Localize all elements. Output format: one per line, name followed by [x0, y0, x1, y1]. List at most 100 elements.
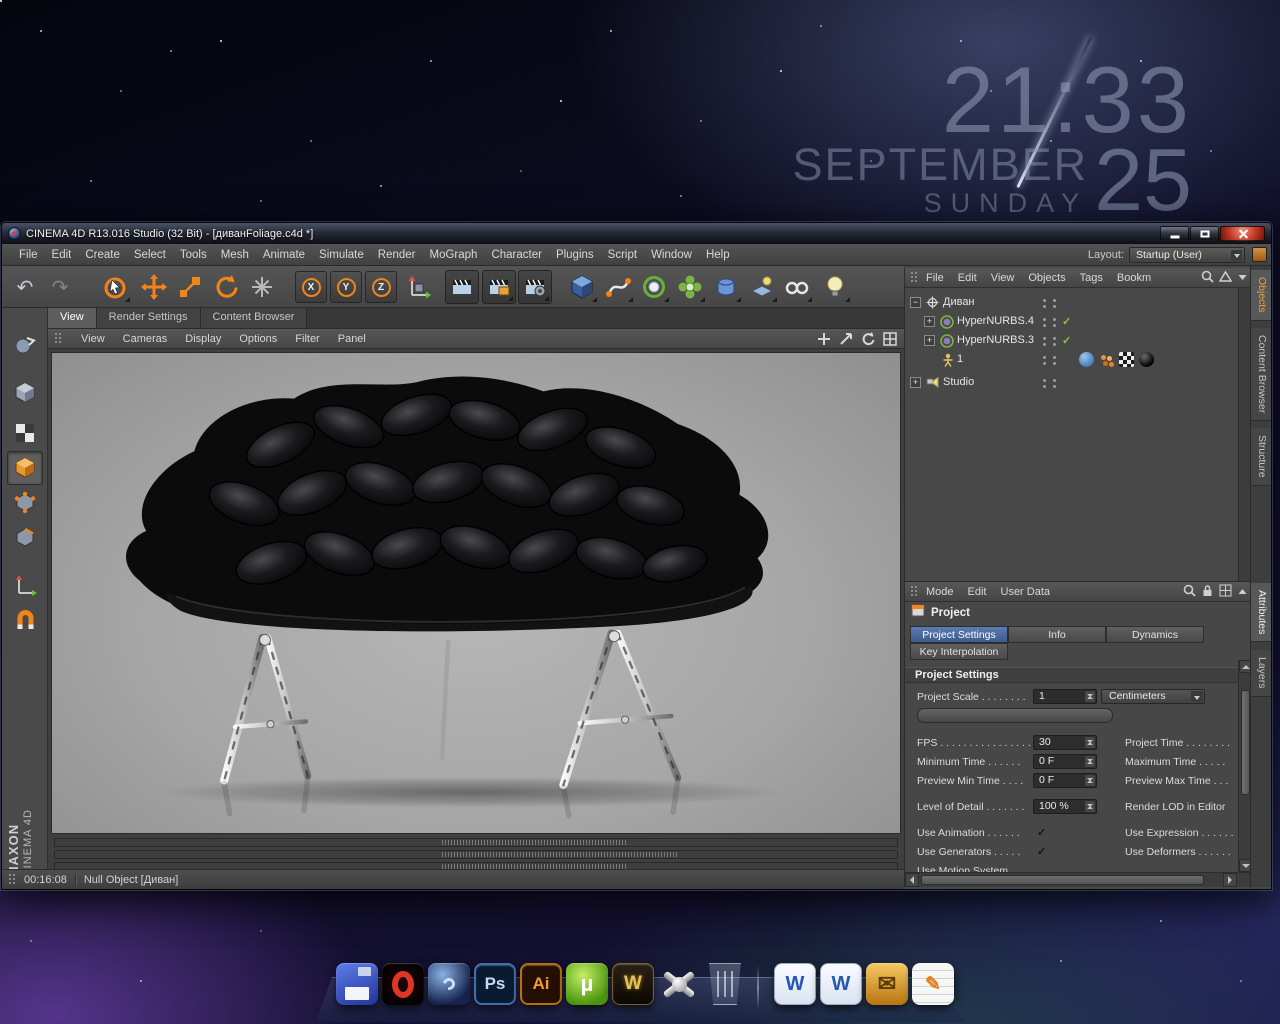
visibility-dots[interactable]	[1053, 337, 1056, 340]
expand-icon[interactable]: +	[924, 335, 935, 346]
statusbar-grip[interactable]	[8, 873, 16, 886]
scale-project-button[interactable]	[917, 708, 1113, 723]
search-icon[interactable]	[1183, 584, 1196, 602]
am-menu-mode[interactable]: Mode	[920, 584, 960, 600]
make-editable-icon[interactable]	[7, 328, 43, 362]
side-tab-content-browser[interactable]: Content Browser	[1251, 328, 1271, 421]
object-mode-icon[interactable]	[7, 451, 43, 485]
visibility-dots[interactable]	[1043, 379, 1046, 382]
enabled-check-icon[interactable]: ✓	[1062, 334, 1071, 347]
texture-tag-icon[interactable]	[1119, 352, 1134, 367]
spinner-icon[interactable]	[1085, 801, 1095, 812]
dock-opera-icon[interactable]	[382, 963, 424, 1005]
menu-create[interactable]: Create	[78, 246, 127, 264]
visibility-dots[interactable]	[1043, 337, 1046, 340]
menu-mograph[interactable]: MoGraph	[423, 246, 485, 264]
vp-menu-options[interactable]: Options	[230, 331, 286, 347]
add-mograph-button[interactable]	[673, 270, 707, 304]
vp-menu-view[interactable]: View	[72, 331, 114, 347]
search-icon[interactable]	[1201, 270, 1214, 288]
section-project-settings[interactable]: Project Settings	[905, 667, 1238, 683]
use-animation-checkbox[interactable]: ✓	[1037, 826, 1046, 839]
minimum-time-input[interactable]: 0 F	[1033, 754, 1097, 769]
om-menu-view[interactable]: View	[985, 270, 1021, 286]
scale-tool[interactable]	[173, 270, 207, 304]
tab-project-settings[interactable]: Project Settings	[910, 626, 1008, 643]
tree-row-divan[interactable]: − Диван	[905, 294, 1238, 312]
add-light-button[interactable]	[818, 270, 852, 304]
vp-menu-panel[interactable]: Panel	[329, 331, 375, 347]
tab-key-interpolation[interactable]: Key Interpolation	[910, 643, 1008, 660]
visibility-dots[interactable]	[1053, 299, 1056, 302]
menu-script[interactable]: Script	[601, 246, 644, 264]
edges-mode-icon[interactable]	[7, 521, 43, 555]
expand-icon[interactable]: +	[924, 316, 935, 327]
dock-photoshop-icon[interactable]: Ps	[474, 963, 516, 1005]
phong-tag-icon[interactable]	[1099, 352, 1114, 367]
tab-info[interactable]: Info	[1008, 626, 1106, 643]
timeline-track-2[interactable]	[54, 850, 898, 859]
spinner-icon[interactable]	[1085, 775, 1095, 786]
vp-menu-filter[interactable]: Filter	[286, 331, 328, 347]
render-to-picture-viewer-button[interactable]	[482, 270, 516, 304]
enable-axis-icon[interactable]	[7, 568, 43, 602]
dock-word-document-2-icon[interactable]: W	[820, 963, 862, 1005]
dock-save-floppy-icon[interactable]	[336, 963, 378, 1005]
view-rotate-icon[interactable]	[860, 331, 876, 347]
om-menu-edit[interactable]: Edit	[952, 270, 983, 286]
om-menu-tags[interactable]: Tags	[1074, 270, 1109, 286]
project-scale-input[interactable]: 1	[1033, 689, 1097, 704]
rotate-tool[interactable]	[209, 270, 243, 304]
dock-notes-icon[interactable]: ✎	[912, 963, 954, 1005]
menu-simulate[interactable]: Simulate	[312, 246, 371, 264]
use-generators-checkbox[interactable]: ✓	[1037, 845, 1046, 858]
collapse-icon[interactable]: −	[910, 297, 921, 308]
dock-3d-app-icon[interactable]	[658, 963, 700, 1005]
lock-z-axis-button[interactable]: Z	[365, 271, 397, 303]
grid-icon[interactable]	[1219, 584, 1232, 602]
dock-email-icon[interactable]: ✉	[866, 963, 908, 1005]
dock-word-document-icon[interactable]: W	[774, 963, 816, 1005]
attributes-hscrollbar[interactable]	[905, 872, 1252, 887]
lock-y-axis-button[interactable]: Y	[330, 271, 362, 303]
dock-wow-icon[interactable]: W	[612, 963, 654, 1005]
add-spline-button[interactable]	[601, 270, 635, 304]
am-menu-userdata[interactable]: User Data	[995, 584, 1057, 600]
am-menu-edit[interactable]: Edit	[962, 584, 993, 600]
spinner-icon[interactable]	[1085, 737, 1095, 748]
chevron-up-icon[interactable]	[1237, 584, 1248, 602]
menu-animate[interactable]: Animate	[256, 246, 312, 264]
menu-select[interactable]: Select	[127, 246, 173, 264]
tab-dynamics[interactable]: Dynamics	[1106, 626, 1204, 643]
view-zoom-icon[interactable]	[838, 331, 854, 347]
add-deformer-button[interactable]	[709, 270, 743, 304]
layout-select[interactable]: Startup (User)	[1129, 247, 1245, 263]
timeline-track-1[interactable]	[54, 838, 898, 847]
add-generator-button[interactable]	[637, 270, 671, 304]
texture-mode-icon[interactable]	[7, 416, 43, 450]
menu-help[interactable]: Help	[699, 246, 737, 264]
tree-row-hypernurbs3[interactable]: + HyperNURBS.3 ✓	[905, 332, 1238, 350]
stereo-camera-button[interactable]	[780, 270, 814, 304]
layout-pin-icon[interactable]	[1252, 247, 1267, 262]
dock-utorrent-icon[interactable]: µ	[566, 963, 608, 1005]
visibility-dots[interactable]	[1043, 318, 1046, 321]
close-button[interactable]	[1220, 226, 1265, 241]
spinner-icon[interactable]	[1085, 691, 1095, 702]
scroll-left-arrow[interactable]	[905, 873, 919, 887]
menu-character[interactable]: Character	[484, 246, 549, 264]
side-tab-structure[interactable]: Structure	[1251, 428, 1271, 486]
lock-x-axis-button[interactable]: X	[295, 271, 327, 303]
side-tab-layers[interactable]: Layers	[1251, 650, 1271, 697]
fps-input[interactable]: 30	[1033, 735, 1097, 750]
render-settings-button[interactable]	[518, 270, 552, 304]
panel-grip[interactable]	[910, 271, 918, 284]
render-view-button[interactable]	[445, 270, 479, 304]
visibility-dots[interactable]	[1043, 299, 1046, 302]
side-tab-objects[interactable]: Objects	[1251, 270, 1271, 321]
move-tool[interactable]	[137, 270, 171, 304]
lock-icon[interactable]	[1201, 584, 1214, 602]
points-mode-icon[interactable]	[7, 486, 43, 520]
minimize-button[interactable]	[1160, 226, 1189, 241]
om-menu-objects[interactable]: Objects	[1022, 270, 1071, 286]
